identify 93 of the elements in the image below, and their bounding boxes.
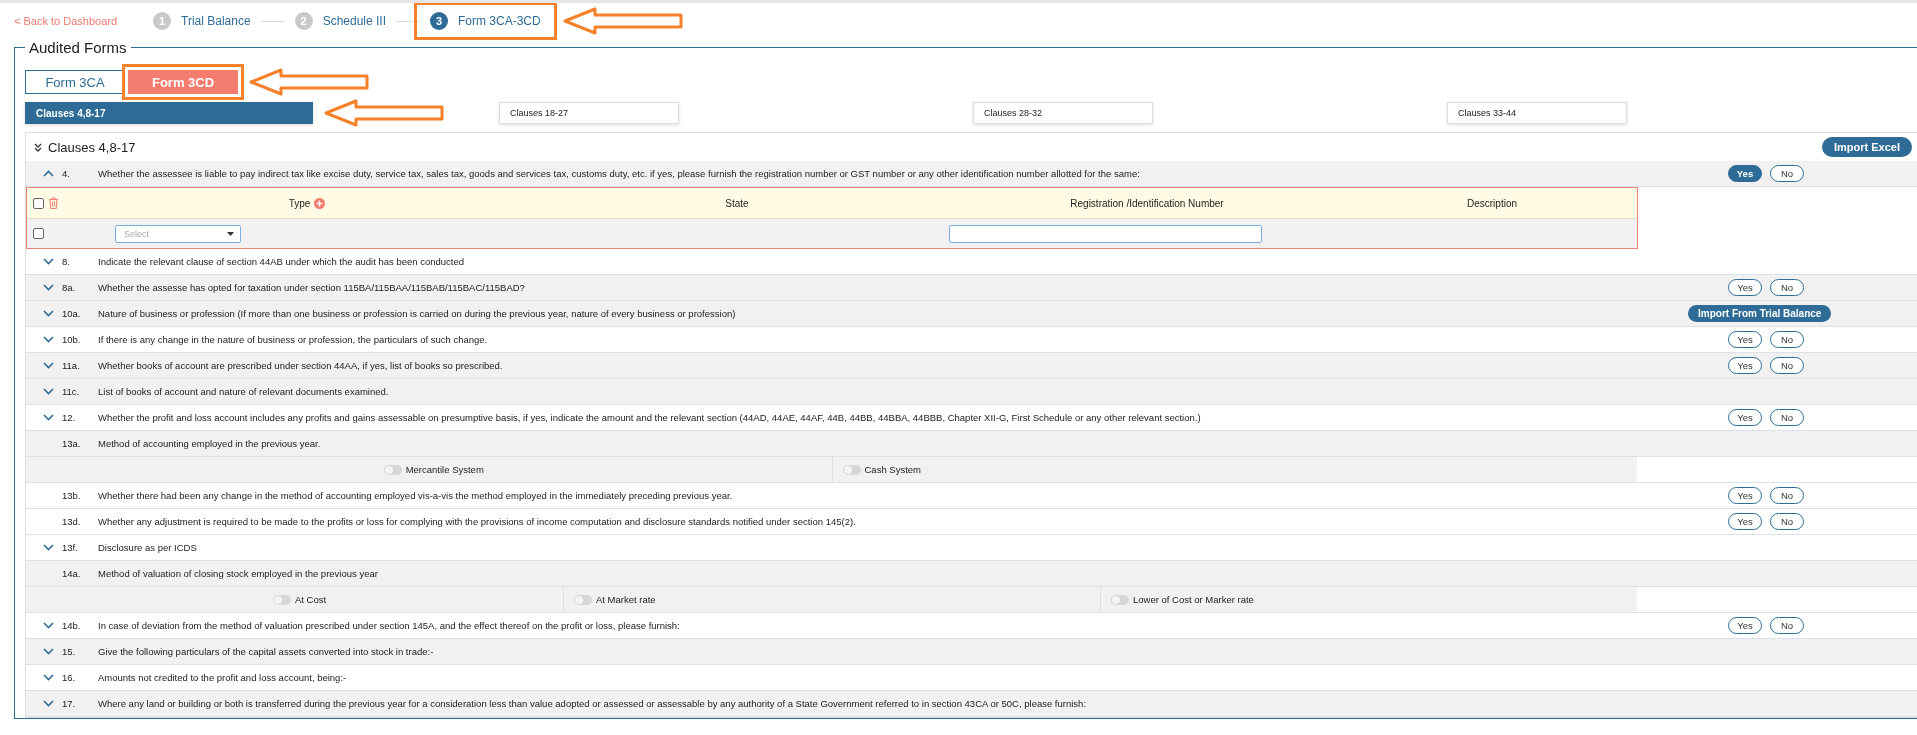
form-tab[interactable]: Form 3CA — [25, 70, 125, 94]
clause-text: Whether books of account are prescribed under section 44AA, if yes, list of books so prescribed. — [98, 360, 504, 371]
clause-number: 10b. — [61, 334, 81, 345]
toggle-switch[interactable] — [272, 594, 291, 605]
collapse-icon[interactable] — [34, 142, 42, 152]
clause-text: Indicate the relevant clause of section 44AB under which the audit has been conducted — [98, 256, 465, 267]
answer-button[interactable]: Yes — [1728, 331, 1762, 348]
clause-tab[interactable]: Clauses 33-44 — [1447, 102, 1627, 124]
clause-number: 13f. — [61, 542, 78, 553]
import-excel-button[interactable]: Import Excel — [1821, 137, 1912, 157]
toggle-switch[interactable] — [1111, 594, 1129, 605]
clause-text: Whether the assessee is liable to pay indirect tax like excise duty, service tax, sales tax, goods and services tax, customs duty, etc. if yes, please furnish the registration number or GST number or any other identification number allotted for the same: — [98, 168, 1141, 179]
answer-button[interactable]: Yes — [1728, 357, 1762, 374]
add-icon[interactable] — [314, 197, 326, 209]
clause-text: If there is any change in the nature of business or profession, the particulars of such change. — [98, 334, 489, 345]
clause-number: 13b. — [61, 490, 81, 501]
chevron-icon[interactable] — [43, 284, 54, 291]
caret-icon — [227, 231, 234, 236]
clause-number: 16. — [61, 672, 76, 683]
answer-button[interactable]: Yes — [1728, 409, 1762, 426]
clause-number: 11c. — [61, 386, 80, 397]
answer-button[interactable]: No — [1770, 279, 1804, 296]
answer-button[interactable]: No — [1770, 357, 1804, 374]
clause-number: 14b. — [61, 620, 81, 631]
answer-button[interactable]: No — [1770, 487, 1804, 504]
clause-number: 10a. — [61, 308, 81, 319]
chevron-icon[interactable] — [43, 648, 54, 655]
clause-text: In case of deviation from the method of valuation prescribed under section 145A, and the effect thereof on the profit or loss, please furnish: — [98, 620, 681, 631]
clause-number: 14a. — [61, 568, 81, 579]
clause-text: Method of valuation of closing stock employed in the previous year — [98, 568, 379, 579]
answer-button[interactable]: Yes — [1728, 279, 1762, 296]
chevron-icon[interactable] — [43, 336, 54, 343]
clause-text: Method of accounting employed in the previous year. — [98, 438, 322, 449]
chevron-icon[interactable] — [43, 170, 54, 177]
chevron-icon[interactable] — [43, 388, 54, 395]
option-label: Mercantile System — [405, 464, 484, 475]
clause-text: Whether there had been any change in the method of accounting employed vis-a-vis the method employed in the immediately preceding previous year. — [98, 490, 734, 501]
step-number: 3 — [430, 12, 448, 30]
chevron-icon[interactable] — [43, 414, 54, 421]
toggle-switch[interactable] — [842, 464, 861, 475]
wizard-step[interactable]: 3 Form 3CA-3CD — [420, 8, 551, 34]
section-legend: Audited Forms — [25, 39, 131, 56]
clause-text: List of books of account and nature of relevant documents examined. — [98, 386, 390, 397]
import-trial-balance-button[interactable]: Import From Trial Balance — [1688, 305, 1832, 322]
panel-title: Clauses 4,8-17 — [48, 139, 137, 155]
chevron-icon[interactable] — [43, 700, 54, 707]
clause-number: 17. — [61, 698, 76, 709]
answer-button[interactable]: Yes — [1728, 165, 1762, 182]
clause-number: 4. — [61, 168, 70, 179]
clause-text: Whether the assesse has opted for taxation under section 115BA/115BAA/115BAB/115BAC/115BAD? — [98, 282, 526, 293]
chevron-icon[interactable] — [43, 258, 54, 265]
answer-button[interactable]: No — [1770, 513, 1804, 530]
registration-number-field[interactable] — [949, 224, 1262, 243]
answer-button[interactable]: No — [1770, 617, 1804, 634]
clause-text: Give the following particulars of the capital assets converted into stock in trade:- — [98, 646, 435, 657]
clause-number: 13a. — [61, 438, 81, 449]
chevron-icon[interactable] — [43, 544, 54, 551]
answer-button[interactable]: No — [1770, 331, 1804, 348]
clause-text: Amounts not credited to the profit and loss account, being:- — [98, 672, 348, 683]
chevron-icon[interactable] — [43, 674, 54, 681]
clause-text: Whether any adjustment is required to be made to the profits or loss for complying with the provisions of income computation and disclosure standards notified under section 145(2). — [98, 516, 857, 527]
column-header: Description — [1467, 197, 1517, 209]
clause-number: 8. — [61, 256, 70, 267]
toggle-switch[interactable] — [383, 464, 402, 475]
clause-text: Disclosure as per ICDS — [98, 542, 198, 553]
clause-number: 15. — [61, 646, 76, 657]
clause-tab[interactable]: Clauses 28-32 — [973, 102, 1153, 124]
clause-text: Whether the profit and loss account includes any profits and gains assessable on presumptive basis, if yes, indicate the amount and the relevant section (44AD, 44AE, 44AF, 44B, 44BB, 44BBA, 44BBB, Chapter XII-G, First Schedule or any other relevant section.) — [98, 412, 1202, 423]
chevron-icon[interactable] — [43, 362, 54, 369]
clause-number: 12. — [61, 412, 76, 423]
answer-button[interactable]: No — [1770, 409, 1804, 426]
answer-button[interactable]: Yes — [1728, 513, 1762, 530]
checkbox[interactable] — [33, 228, 44, 239]
chevron-icon[interactable] — [43, 622, 54, 629]
option-label: At Cost — [294, 594, 327, 605]
checkbox[interactable] — [33, 197, 44, 209]
option-label: Lower of Cost or Marker rate — [1133, 594, 1254, 605]
column-header: Registration /Identification Number — [1070, 197, 1224, 209]
answer-button[interactable]: No — [1770, 165, 1804, 182]
option-label: Cash System — [864, 464, 921, 475]
chevron-icon[interactable] — [43, 310, 54, 317]
clause-text: Where any land or building or both is transferred during the previous year for a consideration less than value adopted or assessed or assessable by any authority of a State Government referred to in section 43CA or 50C, please furnish: — [98, 698, 1088, 709]
toggle-switch[interactable] — [574, 594, 592, 605]
clause-tab[interactable]: Clauses 18-27 — [499, 102, 679, 124]
column-header: Type — [288, 197, 311, 209]
answer-button[interactable]: Yes — [1728, 617, 1762, 634]
clause-number: 11a. — [61, 360, 80, 371]
clause-number: 13d. — [61, 516, 81, 527]
clause-number: 8a. — [61, 282, 76, 293]
option-label: At Market rate — [596, 594, 656, 605]
clause-text: Nature of business or profession (If more than one business or profession is carried on during the previous year, nature of every business or profession) — [98, 308, 737, 319]
answer-button[interactable]: Yes — [1728, 487, 1762, 504]
column-header: State — [725, 197, 749, 209]
